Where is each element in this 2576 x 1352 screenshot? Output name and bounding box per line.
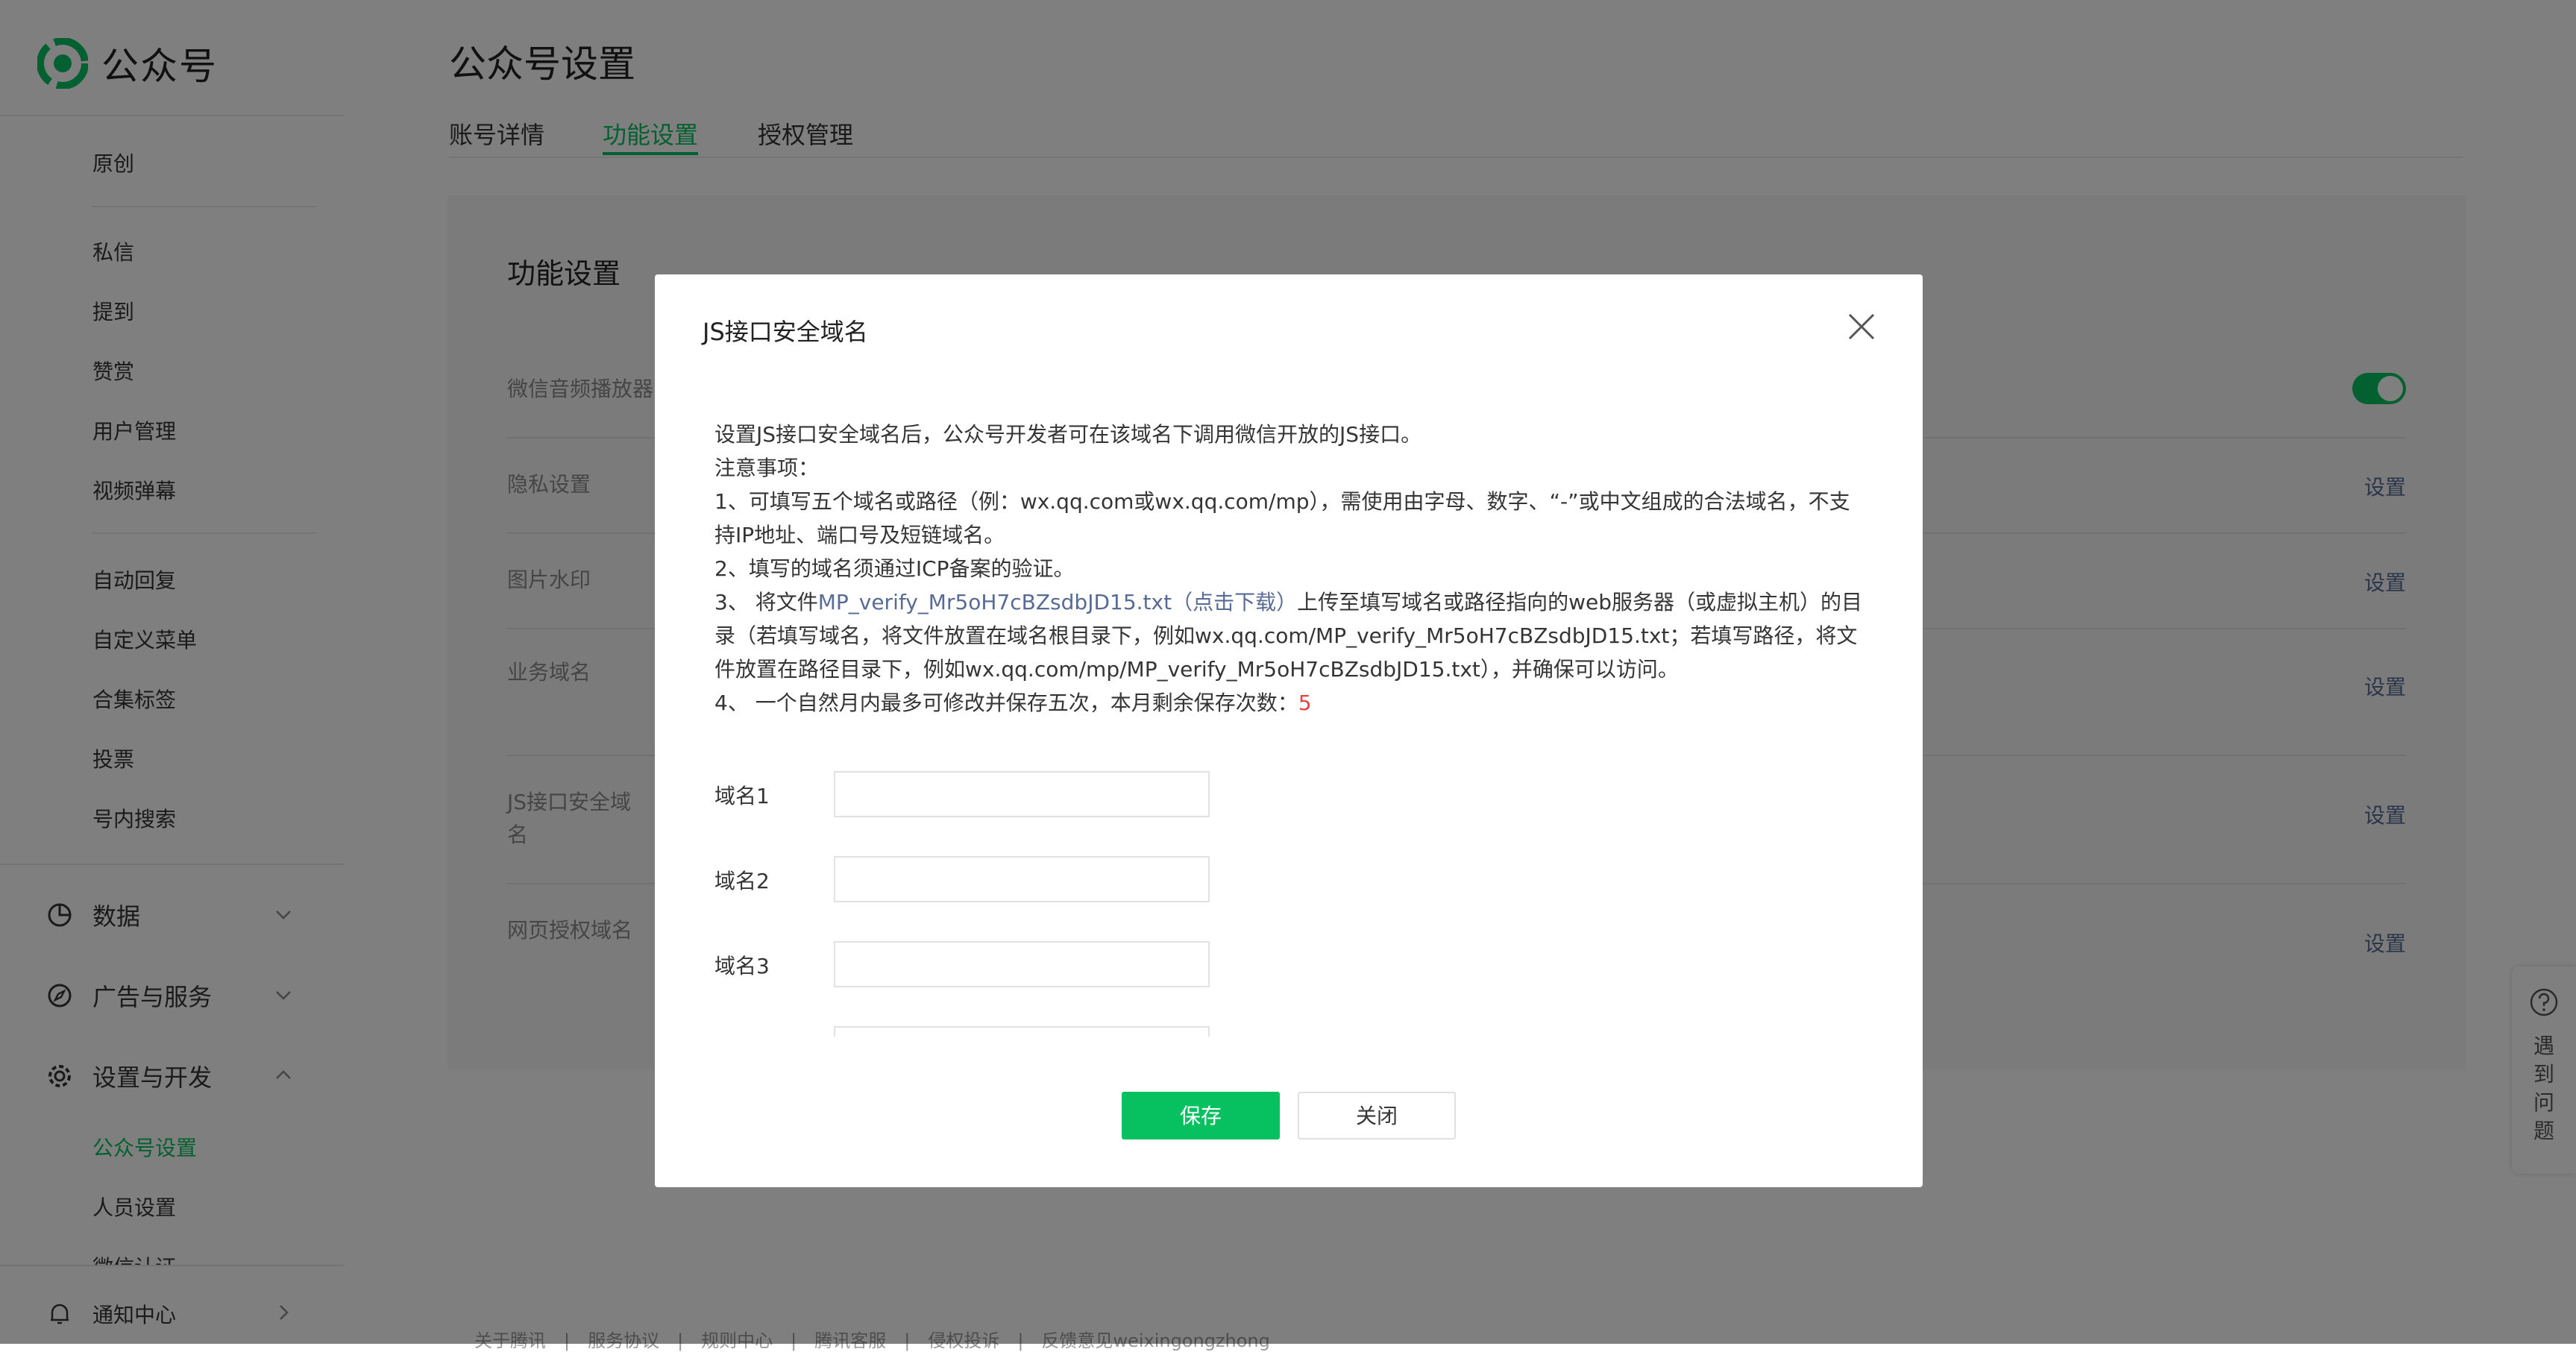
dialog-title: JS接口安全域名 — [703, 318, 868, 346]
domain-4-input-partial[interactable] — [834, 1026, 1210, 1037]
domain-2-input[interactable] — [834, 856, 1210, 902]
domain-3-input[interactable] — [834, 941, 1210, 987]
note-3: 3、 将文件MP_verify_Mr5oH7cBZsdbJD15.txt（点击下… — [714, 590, 1862, 682]
note-2: 2、填写的域名须通过ICP备案的验证。 — [714, 556, 1075, 581]
dialog-instructions: 设置JS接口安全域名后，公众号开发者可在该域名下调用微信开放的JS接口。 注意事… — [714, 418, 1863, 720]
domain-1-input[interactable] — [834, 771, 1210, 817]
domain-2-label: 域名2 — [714, 869, 770, 893]
intro-text: 设置JS接口安全域名后，公众号开发者可在该域名下调用微信开放的JS接口。 — [714, 422, 1422, 447]
notice-title: 注意事项： — [714, 456, 820, 480]
js-domain-dialog — [655, 274, 1923, 1187]
domain-1-label: 域名1 — [714, 784, 770, 808]
close-button[interactable]: 关闭 — [1298, 1092, 1456, 1139]
domain-3-label: 域名3 — [714, 954, 770, 978]
verify-file-download-link[interactable]: MP_verify_Mr5oH7cBZsdbJD15.txt（点击下载） — [818, 590, 1297, 614]
note-4: 4、 一个自然月内最多可修改并保存五次，本月剩余保存次数：5 — [714, 691, 1312, 715]
note-1: 1、可填写五个域名或路径（例：wx.qq.com或wx.qq.com/mp），需… — [714, 489, 1850, 547]
remaining-count: 5 — [1298, 691, 1312, 715]
close-icon[interactable] — [1845, 310, 1878, 343]
save-button[interactable]: 保存 — [1122, 1092, 1280, 1139]
